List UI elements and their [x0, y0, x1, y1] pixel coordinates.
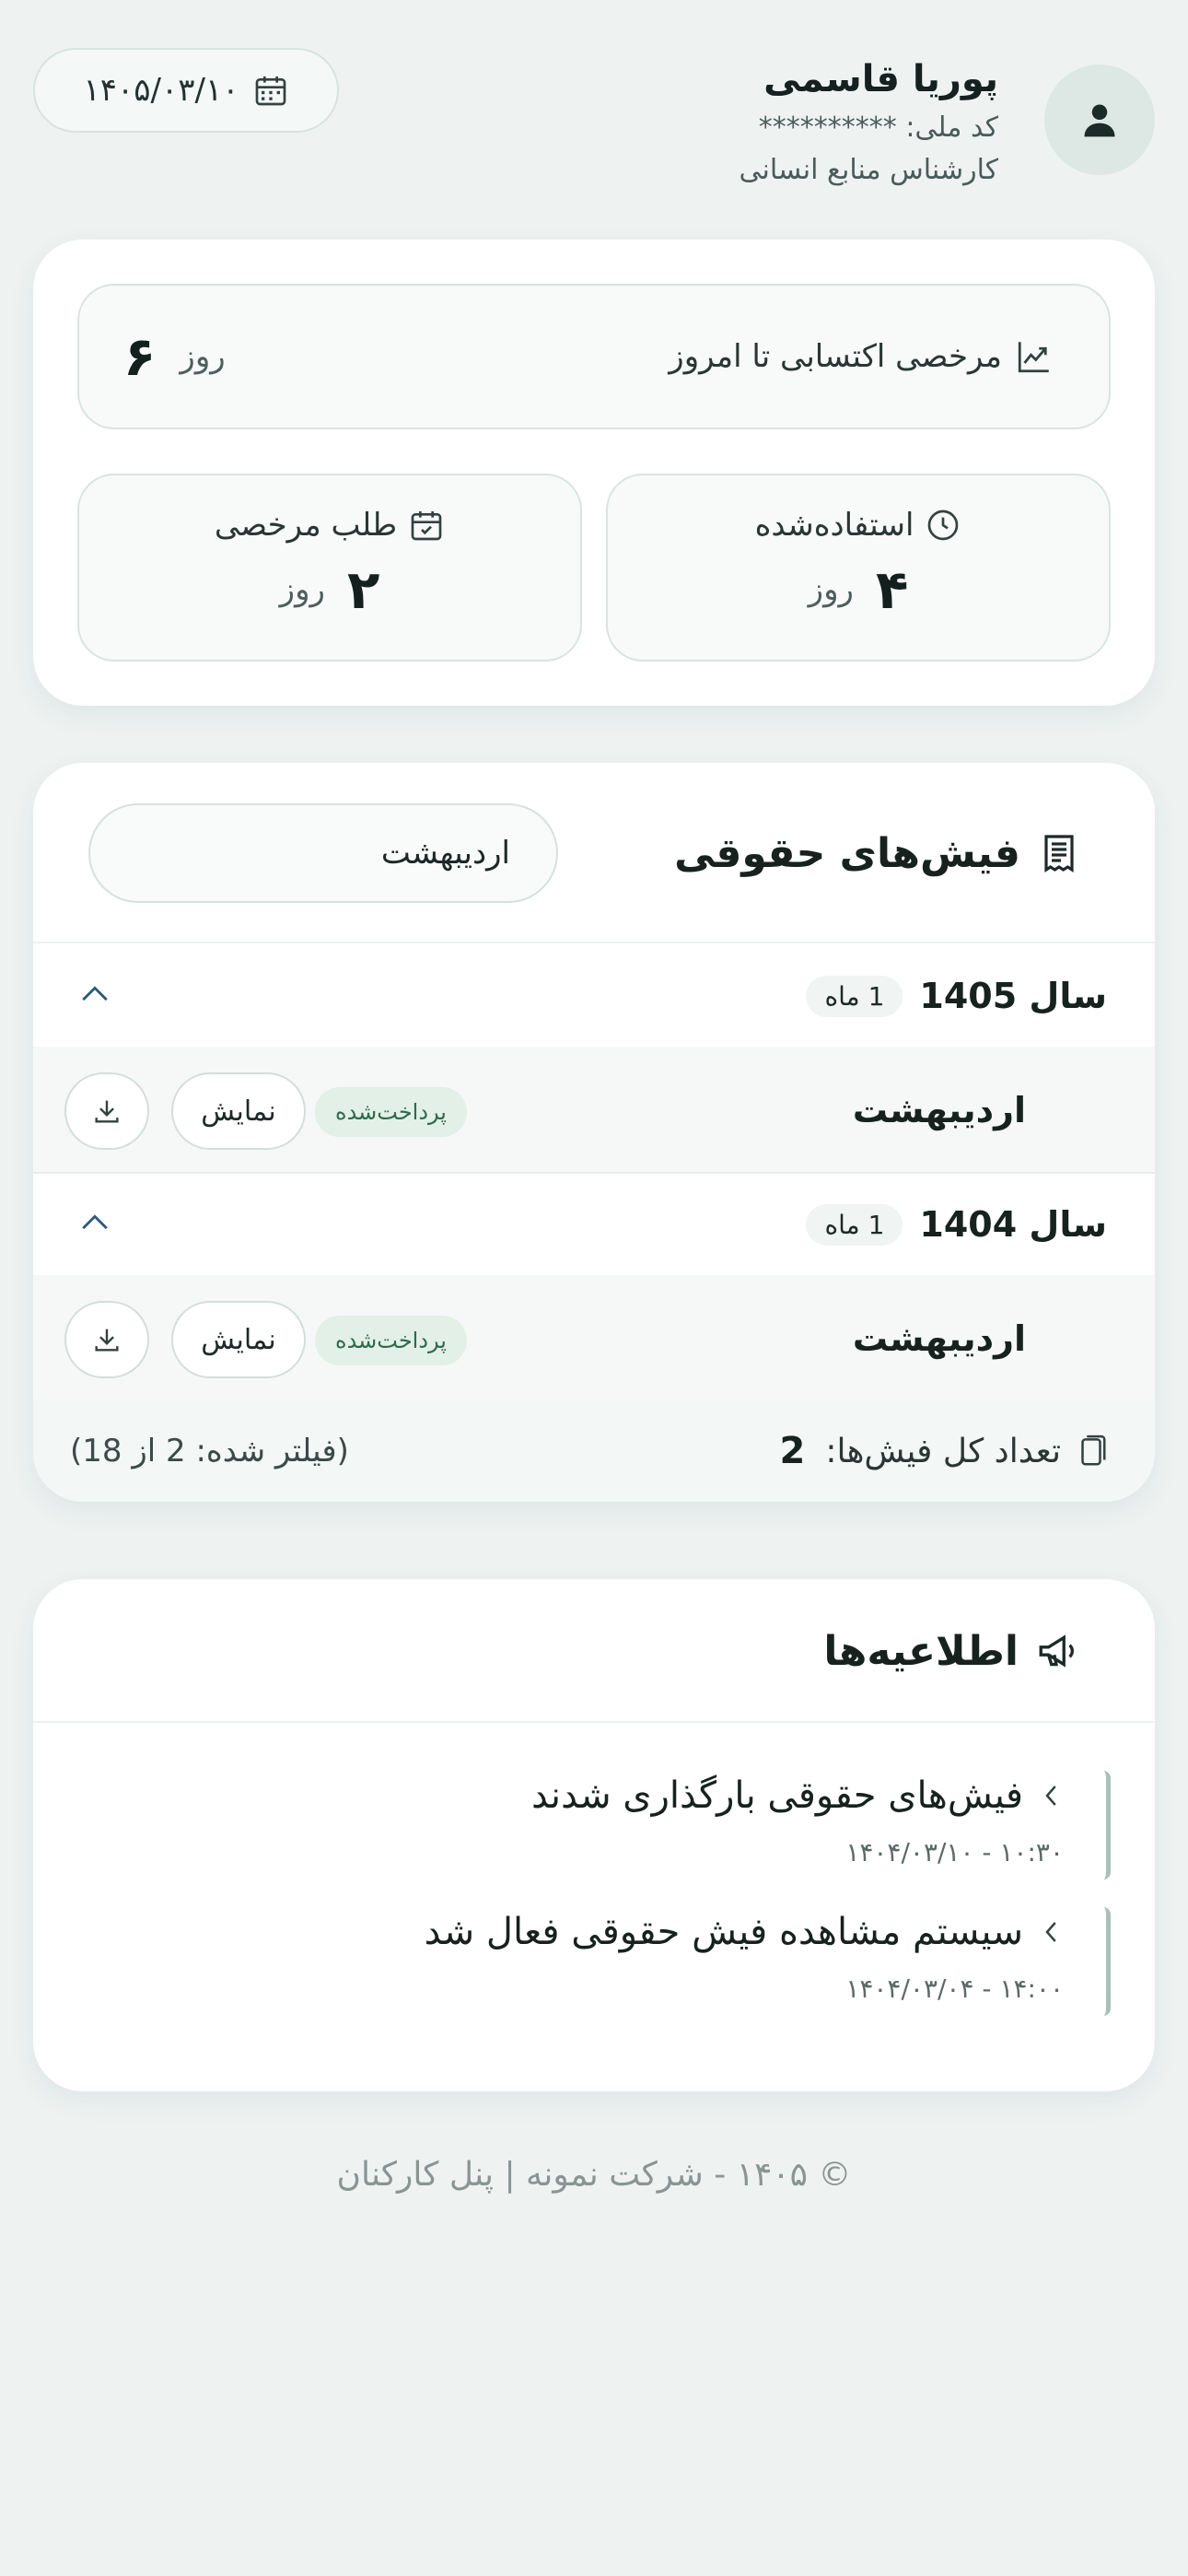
- total-label: تعداد کل فیش‌ها:: [825, 1432, 1061, 1470]
- month-count-number: 1: [868, 1209, 885, 1240]
- month-count-number: 1: [868, 980, 885, 1012]
- trend-chart-icon: [1018, 342, 1049, 373]
- leave-request-unit: روز: [279, 571, 325, 608]
- month-filter-select[interactable]: اردیبهشت: [88, 803, 558, 903]
- announcement-item[interactable]: سیستم مشاهده فیش حقوقی فعال شد ۱۴۰۴/۰۳/۰…: [88, 1907, 1111, 2016]
- megaphone-icon: [1039, 1634, 1074, 1668]
- leave-summary-card: مرخصی اکتسابی تا امروز روز ۶ استفاده‌شده…: [33, 240, 1155, 706]
- date-pill[interactable]: ۱۴۰۵/۰۳/۱۰: [33, 48, 339, 133]
- user-icon: [1084, 104, 1115, 137]
- filtered-count: (فیلتر شده: 2 از 18): [70, 1433, 349, 1469]
- leave-request-value: ۲: [346, 558, 380, 621]
- download-icon: [95, 1100, 119, 1123]
- receipt-icon: [1044, 835, 1074, 872]
- user-name: پوریا قاسمی: [763, 58, 998, 100]
- download-button[interactable]: [64, 1072, 149, 1150]
- year-label: سال 1405: [919, 976, 1107, 1016]
- year-group-header[interactable]: سال 1404 1 ماه: [33, 1174, 1155, 1275]
- year-group-header[interactable]: سال 1405 1 ماه: [33, 945, 1155, 1047]
- leave-request-title: طلب مرخصی: [214, 507, 398, 544]
- chevron-left-icon: [1045, 1786, 1056, 1806]
- view-button[interactable]: نمایش: [171, 1301, 306, 1378]
- payslip-row: اردیبهشت پرداخت‌شده نمایش: [33, 1275, 1155, 1402]
- user-info: پوریا قاسمی کد ملی: ********** کارشناس م…: [740, 52, 998, 192]
- announcement-item[interactable]: فیش‌های حقوقی بارگذاری شدند ۱۴۰۴/۰۳/۱۰ -…: [88, 1771, 1111, 1879]
- payslips-footer: تعداد کل فیش‌ها: 2 (فیلتر شده: 2 از 18): [33, 1400, 1155, 1502]
- used-leave-unit: روز: [808, 571, 854, 608]
- announcement-title: سیستم مشاهده فیش حقوقی فعال شد: [424, 1911, 1023, 1953]
- announcements-title: اطلاعیه‌ها: [823, 1627, 1019, 1675]
- accrued-leave-unit: روز: [180, 338, 226, 375]
- copy-icon: [1081, 1434, 1106, 1466]
- announcement-time: ۱۴۰۴/۰۳/۰۴ - ۱۴:۰۰: [845, 1973, 1064, 2004]
- status-badge: پرداخت‌شده: [315, 1087, 467, 1137]
- leave-request-box: طلب مرخصی ۲ روز: [77, 474, 582, 662]
- year-label: سال 1404: [919, 1204, 1107, 1245]
- payslips-card: فیش‌های حقوقی اردیبهشت سال 1405 1 ماه ار…: [33, 763, 1155, 1502]
- month-count-unit: ماه: [824, 1209, 860, 1240]
- current-date: ۱۴۰۵/۰۳/۱۰: [83, 72, 239, 109]
- accrued-leave-box: مرخصی اکتسابی تا امروز روز ۶: [77, 284, 1111, 429]
- profile-header: پوریا قاسمی کد ملی: ********** کارشناس م…: [33, 44, 1155, 201]
- status-badge: پرداخت‌شده: [315, 1316, 467, 1365]
- month-count-chip: 1 ماه: [806, 1203, 903, 1246]
- announcement-title: فیش‌های حقوقی بارگذاری شدند: [530, 1774, 1023, 1817]
- national-id: کد ملی: **********: [758, 111, 998, 144]
- payslips-header: فیش‌های حقوقی اردیبهشت: [33, 763, 1155, 943]
- page-footer: © ۱۴۰۵ - شرکت نمونه | پنل کارکنان: [336, 2156, 852, 2194]
- announcements-card: اطلاعیه‌ها فیش‌های حقوقی بارگذاری شدند ۱…: [33, 1579, 1155, 2091]
- used-leave-box: استفاده‌شده ۴ روز: [606, 474, 1111, 662]
- payslip-row: اردیبهشت پرداخت‌شده نمایش: [33, 1047, 1155, 1174]
- total-value: 2: [779, 1430, 806, 1472]
- used-leave-value: ۴: [875, 558, 909, 621]
- view-button[interactable]: نمایش: [171, 1072, 306, 1150]
- download-button[interactable]: [64, 1301, 149, 1378]
- payslip-month: اردیبهشت: [852, 1090, 1026, 1130]
- payslip-month: اردیبهشت: [852, 1318, 1026, 1359]
- user-role: کارشناس منابع انسانی: [739, 154, 998, 186]
- clock-icon: [928, 509, 959, 541]
- chevron-up-icon[interactable]: [79, 982, 111, 1004]
- total-count: تعداد کل فیش‌ها: 2: [780, 1400, 1110, 1502]
- chevron-up-icon[interactable]: [79, 1211, 111, 1233]
- month-count-unit: ماه: [824, 980, 860, 1012]
- accrued-leave-value: ۶: [123, 325, 157, 388]
- avatar[interactable]: [1044, 64, 1155, 175]
- payslips-title: فیش‌های حقوقی: [674, 829, 1020, 877]
- calendar-icon: [255, 76, 285, 106]
- announcement-time: ۱۴۰۴/۰۳/۱۰ - ۱۰:۳۰: [845, 1837, 1064, 1868]
- chevron-left-icon: [1045, 1922, 1056, 1942]
- month-count-chip: 1 ماه: [806, 975, 903, 1017]
- used-leave-title: استفاده‌شده: [754, 507, 914, 544]
- download-icon: [95, 1329, 119, 1352]
- calendar-check-icon: [411, 511, 442, 541]
- accrued-leave-title: مرخصی اکتسابی تا امروز: [669, 338, 1002, 375]
- announcements-header: اطلاعیه‌ها: [33, 1579, 1155, 1723]
